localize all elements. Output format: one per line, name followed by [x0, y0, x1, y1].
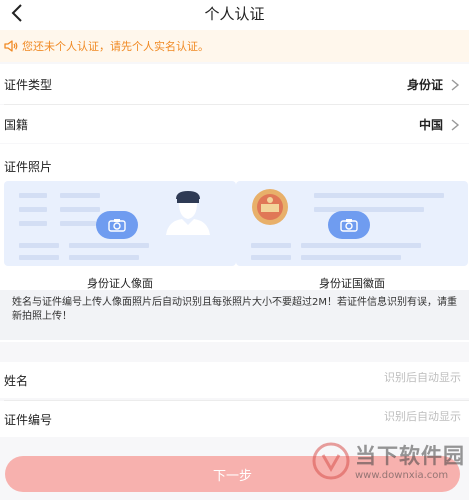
- name-field-row: 姓名: [0, 362, 469, 398]
- next-button[interactable]: 下一步: [5, 456, 460, 492]
- nationality-row[interactable]: 国籍 中国: [0, 105, 469, 143]
- id-front-caption: 身份证人像面: [87, 277, 153, 290]
- id-number-field-row: 证件编号: [0, 401, 469, 437]
- upload-hint: 姓名与证件编号上传人像面照片后自动识别且每张照片大小不要超过2M！若证件信息识别…: [0, 290, 469, 340]
- id-back-upload-card[interactable]: [236, 181, 468, 266]
- id-back-caption: 身份证国徽面: [319, 277, 385, 290]
- photo-section-title: 证件照片: [4, 160, 53, 174]
- id-number-input[interactable]: [261, 411, 461, 423]
- name-label: 姓名: [4, 374, 29, 388]
- name-input[interactable]: [261, 372, 461, 384]
- chevron-right-icon: [449, 77, 461, 91]
- speaker-icon: [3, 38, 19, 54]
- camera-icon: [328, 211, 370, 239]
- page-title: 个人认证: [204, 5, 265, 23]
- portrait-silhouette-icon: [166, 191, 210, 235]
- id-type-value: 身份证: [406, 77, 443, 92]
- chevron-right-icon: [449, 117, 461, 131]
- nationality-value: 中国: [418, 117, 443, 132]
- nationality-label: 国籍: [4, 117, 29, 132]
- id-type-row[interactable]: 证件类型 身份证: [0, 64, 469, 104]
- id-front-upload-card[interactable]: [4, 181, 236, 266]
- header: 个人认证: [0, 0, 469, 30]
- camera-icon: [96, 211, 138, 239]
- notice-bar: 您还未个人认证，请先个人实名认证。: [0, 30, 469, 62]
- id-number-label: 证件编号: [4, 413, 53, 427]
- national-emblem-icon: [252, 189, 288, 225]
- notice-text: 您还未个人认证，请先个人实名认证。: [22, 40, 209, 53]
- id-type-label: 证件类型: [4, 77, 53, 92]
